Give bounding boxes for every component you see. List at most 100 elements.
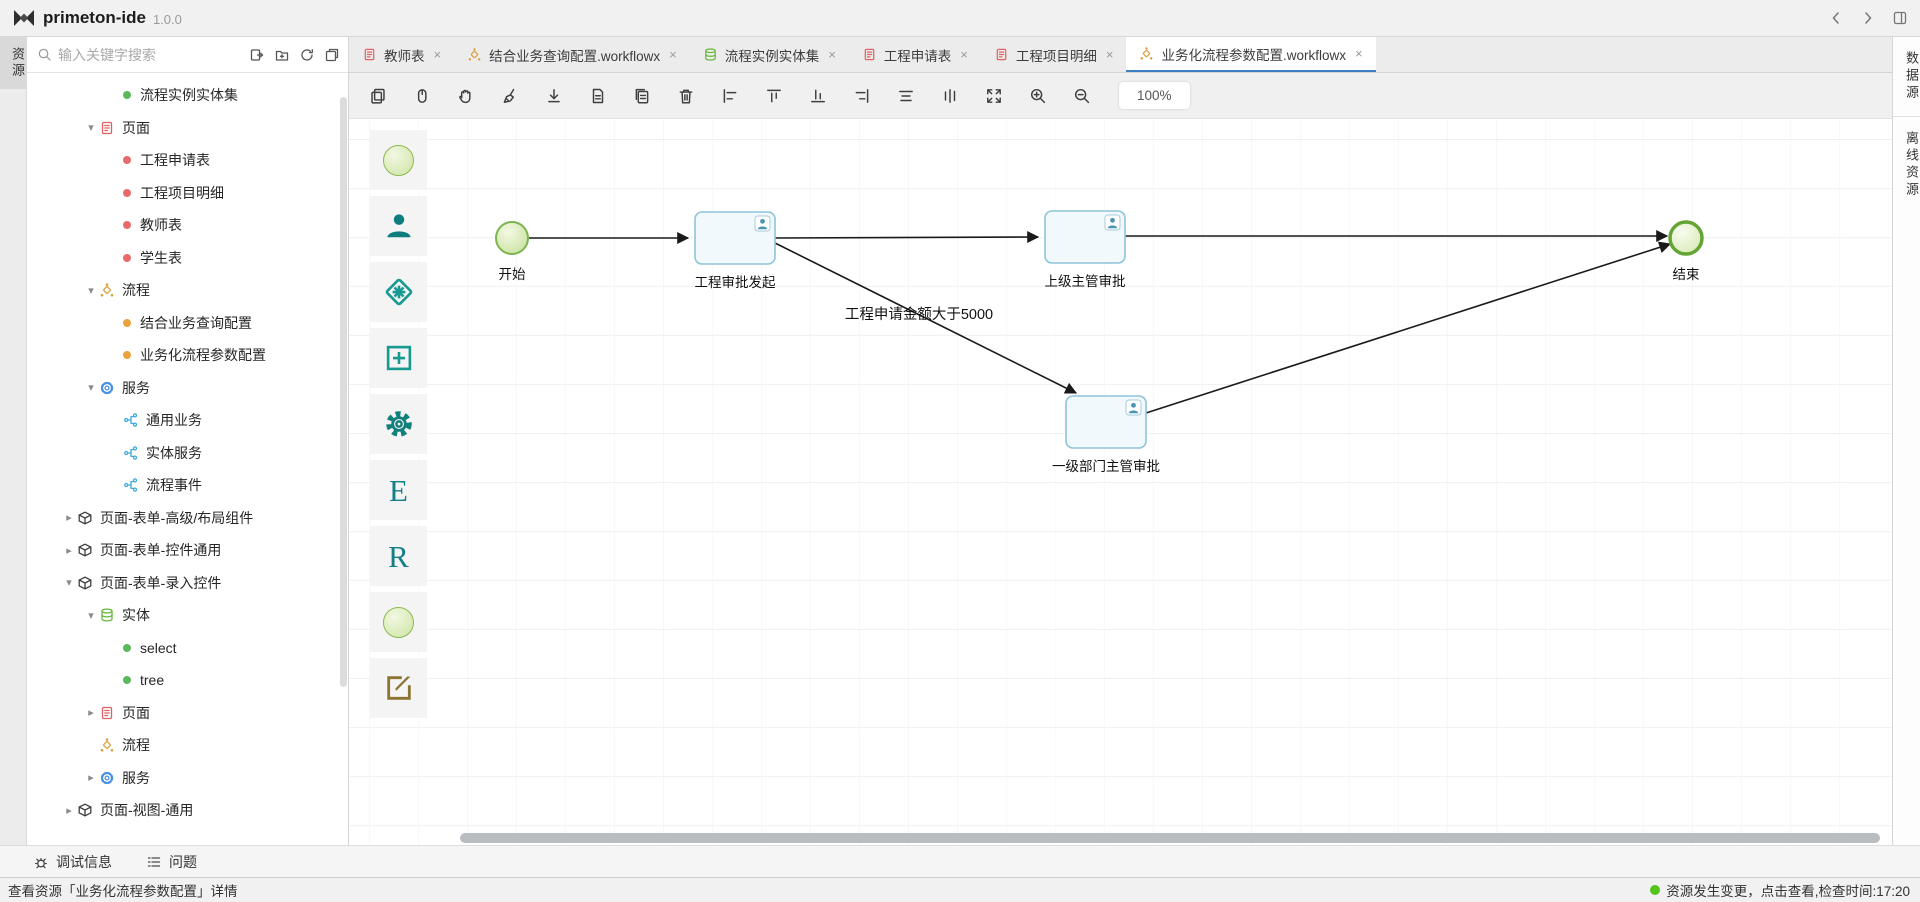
- tree-item[interactable]: ▾服务: [27, 372, 348, 405]
- bottom-tab-list[interactable]: 问题: [146, 852, 197, 872]
- flow-node-end[interactable]: 结束: [1670, 222, 1702, 282]
- fit-screen-button[interactable]: [985, 87, 1003, 105]
- tree-item[interactable]: 学生表: [27, 242, 348, 275]
- nav-forward-icon[interactable]: [1860, 10, 1876, 26]
- task-user-badge-icon: [1105, 215, 1120, 230]
- palette-start-event[interactable]: [370, 130, 427, 190]
- layout-toggle-icon[interactable]: [1892, 10, 1908, 26]
- tree-item[interactable]: 流程实例实体集: [27, 79, 348, 112]
- editor-tab[interactable]: 工程项目明细×: [981, 37, 1127, 72]
- tab-close-icon[interactable]: ×: [960, 47, 968, 62]
- tree-item[interactable]: 实体服务: [27, 437, 348, 470]
- copy-button[interactable]: [369, 87, 387, 105]
- status-right[interactable]: 资源发生变更，点击查看,检查时间:17:20: [1650, 880, 1910, 900]
- zoom-in-button[interactable]: [1029, 87, 1047, 105]
- tree-item[interactable]: 工程项目明细: [27, 177, 348, 210]
- hand-button[interactable]: [457, 87, 475, 105]
- palette-gateway[interactable]: [370, 262, 427, 322]
- canvas-h-scrollbar[interactable]: [460, 833, 1880, 843]
- tree-expand-icon[interactable]: ▾: [83, 381, 99, 394]
- tree-expand-icon[interactable]: ▾: [83, 609, 99, 622]
- right-rail-tab[interactable]: 数据源: [1893, 37, 1920, 116]
- palette-service-task[interactable]: [370, 394, 427, 454]
- palette-end-event[interactable]: [370, 592, 427, 652]
- tree-expand-icon[interactable]: ▸: [83, 771, 99, 784]
- tab-close-icon[interactable]: ×: [1355, 46, 1363, 61]
- editor-tab[interactable]: 工程申请表×: [849, 37, 981, 72]
- nav-back-icon[interactable]: [1828, 10, 1844, 26]
- download-button[interactable]: [545, 87, 563, 105]
- tab-close-icon[interactable]: ×: [434, 47, 442, 62]
- broom-button[interactable]: [501, 87, 519, 105]
- tree-item[interactable]: tree: [27, 664, 348, 697]
- mouse-button[interactable]: [413, 87, 431, 105]
- tree-item[interactable]: 教师表: [27, 209, 348, 242]
- tree-expand-icon[interactable]: ▸: [83, 706, 99, 719]
- tree-expand-icon[interactable]: ▾: [83, 121, 99, 134]
- align-bottom-button[interactable]: [809, 87, 827, 105]
- rail-tab-resources[interactable]: 资源: [0, 37, 27, 89]
- sidebar-scrollbar[interactable]: [340, 97, 347, 687]
- tree-item[interactable]: select: [27, 632, 348, 665]
- editor-tab[interactable]: 教师表×: [349, 37, 454, 72]
- diagram-canvas[interactable]: ER 开始 工程审批发起 上级主管审批一级部门主管审批 结束工程申请金额大于5000: [349, 119, 1892, 845]
- file-button[interactable]: [589, 87, 607, 105]
- tree-item[interactable]: 流程事件: [27, 469, 348, 502]
- files-button[interactable]: [633, 87, 651, 105]
- align-center-h-button[interactable]: [897, 87, 915, 105]
- right-rail-tab[interactable]: 离线资源: [1893, 116, 1920, 213]
- tree-item[interactable]: ▾页面-表单-录入控件: [27, 567, 348, 600]
- palette-edit-node[interactable]: [370, 658, 427, 718]
- tree-expand-icon[interactable]: ▸: [61, 544, 77, 557]
- align-right-button[interactable]: [853, 87, 871, 105]
- bottom-tab-debug[interactable]: 调试信息: [33, 852, 112, 872]
- palette-entity-e[interactable]: E: [370, 460, 427, 520]
- flow-node-start[interactable]: 开始: [496, 222, 528, 282]
- palette-subprocess[interactable]: [370, 328, 427, 388]
- refresh-icon[interactable]: [299, 47, 315, 63]
- search-input[interactable]: [58, 47, 243, 63]
- tree-item[interactable]: 工程申请表: [27, 144, 348, 177]
- tree-item[interactable]: ▸页面-表单-高级/布局组件: [27, 502, 348, 535]
- folder-new-icon[interactable]: [274, 47, 290, 63]
- align-left-button[interactable]: [721, 87, 739, 105]
- tree-item[interactable]: 通用业务: [27, 404, 348, 437]
- tree-expand-icon[interactable]: ▾: [61, 576, 77, 589]
- zoom-level-indicator[interactable]: 100%: [1119, 82, 1190, 109]
- tree-expand-icon[interactable]: ▾: [83, 284, 99, 297]
- tree-item[interactable]: ▸服务: [27, 762, 348, 795]
- flow-node-task3[interactable]: 一级部门主管审批: [1052, 396, 1160, 474]
- tree-item[interactable]: 业务化流程参数配置: [27, 339, 348, 372]
- tree-expand-icon[interactable]: ▸: [61, 804, 77, 817]
- trash-button[interactable]: [677, 87, 695, 105]
- status-left-text[interactable]: 查看资源「业务化流程参数配置」详情: [8, 880, 238, 900]
- editor-tab[interactable]: 业务化流程参数配置.workflowx×: [1126, 37, 1375, 72]
- flow-node-task1[interactable]: 工程审批发起: [695, 212, 776, 290]
- tab-close-icon[interactable]: ×: [669, 47, 677, 62]
- tree-item[interactable]: ▸页面: [27, 697, 348, 730]
- flow-edge[interactable]: [1146, 244, 1670, 413]
- zoom-out-button[interactable]: [1073, 87, 1091, 105]
- tree-item[interactable]: ▾流程: [27, 274, 348, 307]
- tree-item[interactable]: ▾页面: [27, 112, 348, 145]
- palette-user-task[interactable]: [370, 196, 427, 256]
- tree-expand-icon[interactable]: ▸: [61, 511, 77, 524]
- tree-item[interactable]: ▾实体: [27, 599, 348, 632]
- editor-tab[interactable]: 流程实例实体集×: [690, 37, 849, 72]
- align-center-v-button[interactable]: [941, 87, 959, 105]
- collapse-icon[interactable]: [324, 47, 340, 63]
- panel-export-icon[interactable]: [249, 47, 265, 63]
- tree-item[interactable]: ▸页面-表单-控件通用: [27, 534, 348, 567]
- tree-item[interactable]: ▸页面-视图-通用: [27, 794, 348, 827]
- tree-item[interactable]: 流程: [27, 729, 348, 762]
- tab-close-icon[interactable]: ×: [828, 47, 836, 62]
- flow-node-task2[interactable]: 上级主管审批: [1045, 211, 1126, 289]
- editor-tab[interactable]: 结合业务查询配置.workflowx×: [454, 37, 690, 72]
- palette-entity-r[interactable]: R: [370, 526, 427, 586]
- file-icon: [589, 87, 607, 105]
- tab-close-icon[interactable]: ×: [1106, 47, 1114, 62]
- align-top-button[interactable]: [765, 87, 783, 105]
- edge-condition-label[interactable]: 工程申请金额大于5000: [845, 306, 993, 323]
- flow-edge[interactable]: [775, 237, 1038, 238]
- tree-item[interactable]: 结合业务查询配置: [27, 307, 348, 340]
